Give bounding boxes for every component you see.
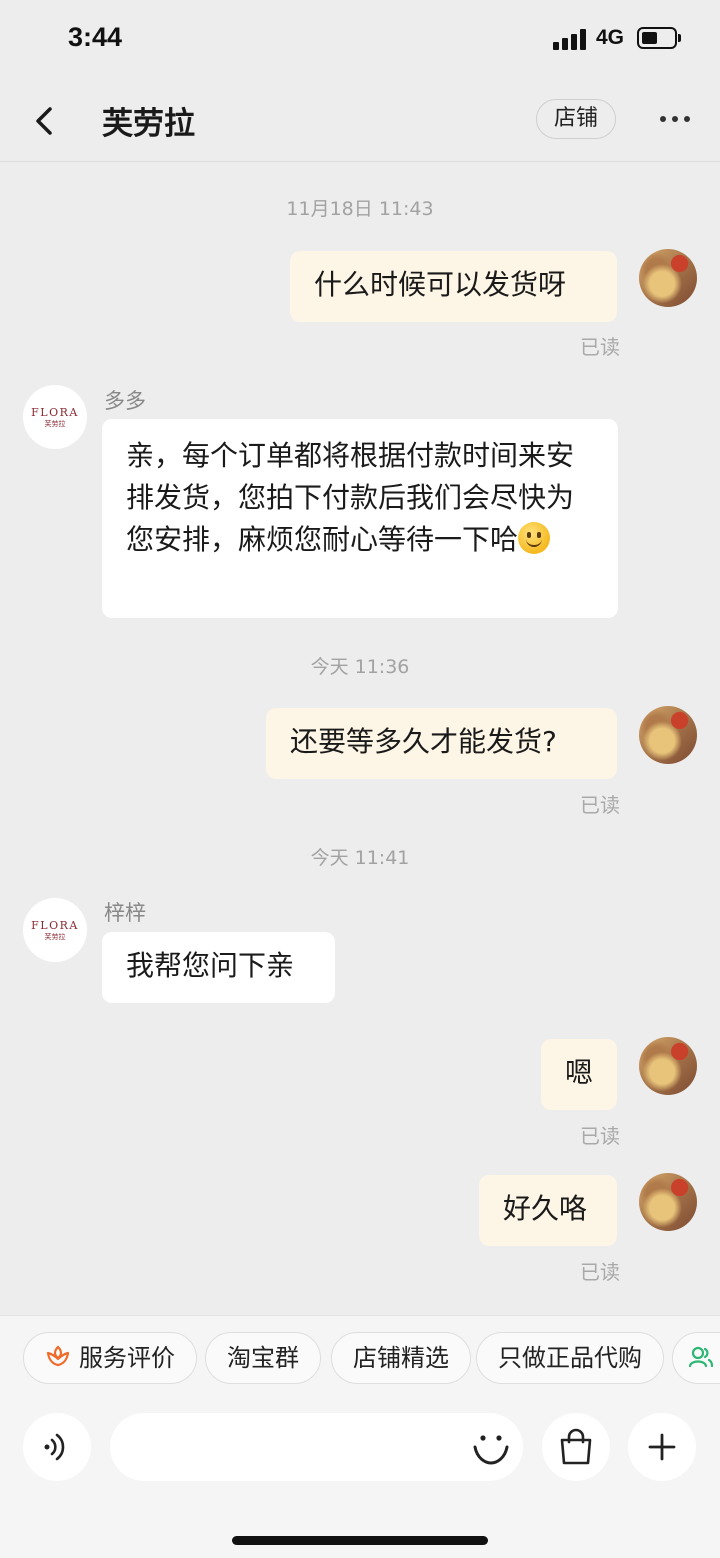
my-message-bubble[interactable]: 嗯 — [541, 1039, 617, 1110]
quick-action-genuine-purchase[interactable]: 只做正品代购 — [476, 1332, 664, 1384]
message-text: 亲，每个订单都将根据付款时间来安排发货，您拍下付款后我们会尽快为您安排，麻烦您耐… — [126, 439, 575, 556]
timestamp: 今天 11:41 — [310, 847, 410, 869]
status-bar: 3:44 4G — [0, 0, 720, 80]
shopping-bag-icon — [560, 1428, 592, 1465]
signal-icon — [553, 28, 587, 50]
shop-button[interactable]: 店铺 — [536, 99, 616, 139]
bottom-panel: 服务评价 淘宝群 店铺精选 只做正品代购 — [0, 1315, 720, 1558]
more-options-icon[interactable] — [658, 109, 692, 129]
chip-label: 服务评价 — [79, 1344, 175, 1372]
status-time: 3:44 — [68, 22, 123, 52]
sender-name: 梓梓 — [104, 901, 146, 925]
timestamp: 11月18日 11:43 — [286, 198, 434, 220]
quick-action-group[interactable] — [672, 1332, 720, 1384]
my-avatar[interactable] — [639, 1173, 697, 1231]
my-avatar[interactable] — [639, 249, 697, 307]
emoji-icon[interactable] — [467, 1423, 515, 1471]
my-message-bubble[interactable]: 什么时候可以发货呀 — [290, 251, 617, 322]
chip-label: 店铺精选 — [353, 1344, 449, 1372]
message-text: 好久咯 — [503, 1192, 588, 1225]
network-label: 4G — [596, 26, 625, 49]
voice-button[interactable] — [23, 1413, 91, 1481]
read-status: 已读 — [580, 335, 620, 359]
read-status: 已读 — [580, 793, 620, 817]
message-text: 什么时候可以发货呀 — [314, 268, 567, 301]
timestamp: 今天 11:36 — [310, 656, 410, 678]
home-indicator — [232, 1536, 488, 1545]
their-message-bubble[interactable]: 亲，每个订单都将根据付款时间来安排发货，您拍下付款后我们会尽快为您安排，麻烦您耐… — [102, 419, 618, 618]
voice-icon — [44, 1433, 65, 1461]
chip-label: 淘宝群 — [227, 1344, 299, 1372]
people-icon — [688, 1346, 714, 1368]
message-input[interactable] — [110, 1413, 523, 1481]
quick-action-service-rating[interactable]: 服务评价 — [23, 1332, 197, 1384]
shop-logo-sub: 芙劳拉 — [44, 420, 66, 428]
shop-avatar[interactable]: FLORA 芙劳拉 — [23, 898, 87, 962]
plus-icon — [648, 1433, 676, 1461]
read-status: 已读 — [580, 1124, 620, 1148]
cart-button[interactable] — [542, 1413, 610, 1481]
back-arrow-icon[interactable] — [30, 101, 60, 141]
flower-icon — [46, 1345, 70, 1367]
read-status: 已读 — [580, 1260, 620, 1284]
shop-avatar[interactable]: FLORA 芙劳拉 — [23, 385, 87, 449]
add-button[interactable] — [628, 1413, 696, 1481]
message-text: 嗯 — [565, 1056, 594, 1089]
sender-name: 多多 — [104, 389, 146, 413]
shop-logo-text: FLORA — [31, 406, 79, 419]
smile-emoji-icon — [518, 522, 551, 554]
shop-logo-sub: 芙劳拉 — [44, 933, 66, 941]
chip-label: 只做正品代购 — [498, 1344, 642, 1372]
quick-action-shop-picks[interactable]: 店铺精选 — [331, 1332, 471, 1384]
my-avatar[interactable] — [639, 1037, 697, 1095]
their-message-bubble[interactable]: 我帮您问下亲 — [102, 932, 335, 1003]
message-text: 我帮您问下亲 — [126, 949, 295, 982]
my-message-bubble[interactable]: 好久咯 — [479, 1175, 617, 1246]
message-text: 还要等多久才能发货? — [290, 725, 557, 758]
shop-logo-text: FLORA — [31, 919, 79, 932]
quick-action-taobao-group[interactable]: 淘宝群 — [205, 1332, 321, 1384]
battery-icon — [637, 27, 681, 49]
my-message-bubble[interactable]: 还要等多久才能发货? — [266, 708, 617, 779]
chat-header: 芙劳拉 店铺 — [0, 80, 720, 162]
chat-title: 芙劳拉 — [102, 106, 195, 142]
my-avatar[interactable] — [639, 706, 697, 764]
